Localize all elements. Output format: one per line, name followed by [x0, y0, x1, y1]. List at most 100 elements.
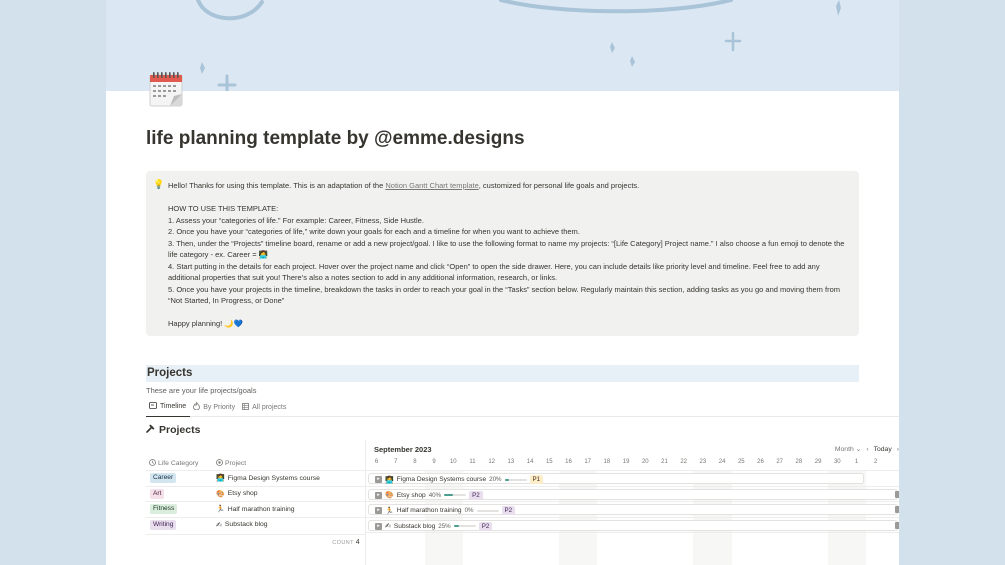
count-value: 4	[355, 539, 360, 546]
progress-percent: 25%	[438, 522, 451, 530]
projects-heading[interactable]: Projects	[146, 365, 859, 382]
bar-overflow-handle[interactable]	[895, 490, 899, 498]
gantt-template-link[interactable]: Notion Gantt Chart template	[385, 181, 478, 190]
scale-select[interactable]: Month ⌄	[835, 445, 861, 453]
project-cell[interactable]: 🎨 Etsy shop	[216, 490, 258, 498]
tab-timeline-label: Timeline	[160, 403, 187, 410]
timeline-day: 20	[641, 459, 649, 465]
timeline-day: 8	[413, 459, 417, 465]
projects-description: These are your life projects/goals	[146, 386, 257, 395]
bar-overflow-handle[interactable]	[895, 506, 899, 513]
project-name: Figma Design Systems course	[227, 474, 320, 482]
chevron-left-icon[interactable]: ‹	[866, 446, 868, 453]
count-label: COUNT	[332, 540, 354, 546]
callout-signoff: Happy planning! 🌙💙	[168, 319, 243, 328]
timeline-row-divider	[366, 532, 899, 548]
page-title[interactable]: life planning template by @emme.designs	[146, 128, 525, 150]
category-cell[interactable]: Career	[146, 473, 216, 484]
life-category-header[interactable]: Life Category	[146, 458, 216, 468]
count-footer[interactable]: COUNT 4	[146, 534, 365, 549]
category-cell[interactable]: Art	[146, 488, 216, 499]
timeline-day: 19	[622, 459, 630, 465]
cover-doodle	[196, 0, 841, 91]
table-row[interactable]: Art 🎨 Etsy shop	[146, 485, 365, 502]
fire-icon	[193, 401, 201, 412]
expand-icon[interactable]: ▸	[375, 522, 382, 530]
callout-step-4: 4. Start putting in the details for each…	[168, 261, 820, 283]
calendar-icon[interactable]	[148, 70, 184, 108]
timeline-row: ▸ ✍ Substack blog 25% P2	[366, 516, 899, 533]
timeline-day: 29	[814, 459, 822, 465]
progress-bar	[444, 494, 467, 496]
priority-tag: P1	[529, 475, 544, 484]
category-tag: Fitness	[150, 504, 178, 515]
timeline-day: 14	[526, 459, 534, 465]
timeline-controls: Month ⌄ ‹ Today ›	[835, 445, 899, 454]
progress-bar	[453, 525, 476, 527]
table-icon	[242, 402, 250, 412]
timeline-day: 27	[776, 459, 784, 465]
bar-project-name: Substack blog	[393, 522, 436, 530]
category-cell[interactable]: Fitness	[146, 504, 216, 515]
progress-percent: 20%	[489, 476, 502, 483]
life-category-header-label: Life Category	[158, 459, 199, 467]
project-header[interactable]: Project	[216, 458, 247, 468]
timeline-day: 23	[699, 459, 707, 465]
project-cell[interactable]: 🏃 Half marathon training	[216, 505, 295, 513]
chevron-right-icon[interactable]: ›	[897, 446, 899, 453]
timeline-day: 18	[603, 459, 611, 465]
timeline-day: 28	[795, 459, 803, 465]
chevron-down-icon: ⌄	[855, 446, 862, 453]
project-emoji-icon: 👩‍💻	[216, 474, 225, 483]
project-emoji-icon: 🏃	[216, 505, 225, 514]
expand-icon[interactable]: ▸	[375, 476, 382, 483]
relation-icon	[216, 458, 223, 468]
timeline-day: 15	[545, 459, 553, 465]
tab-by-priority[interactable]: By Priority	[190, 401, 239, 417]
timeline-day: 10	[449, 459, 457, 465]
callout-intro-text: Hello! Thanks for using this template. T…	[168, 181, 386, 190]
timeline-bar[interactable]: ▸ ✍ Substack blog 25% P2	[368, 519, 898, 531]
bar-project-name: Half marathon training	[396, 507, 462, 514]
tab-timeline[interactable]: Timeline	[146, 402, 191, 417]
database-title[interactable]: Projects	[146, 423, 200, 436]
progress-percent: 0%	[464, 507, 474, 514]
project-emoji-icon: ✍	[385, 522, 391, 530]
expand-icon[interactable]: ▸	[375, 491, 382, 499]
progress-bar	[504, 478, 527, 481]
bar-project-name: Etsy shop	[396, 491, 426, 499]
project-cell[interactable]: ✍ Substack blog	[216, 521, 268, 529]
callout-step-5: 5. Once you have your projects in the ti…	[168, 284, 841, 306]
table-row[interactable]: Fitness 🏃 Half marathon training	[146, 501, 365, 517]
project-emoji-icon: ✍	[216, 520, 222, 529]
timeline-bar[interactable]: ▸ 👩‍💻 Figma Design Systems course 20% P1	[368, 473, 864, 484]
priority-tag: P2	[478, 521, 493, 531]
timeline-day: 16	[565, 459, 572, 465]
project-emoji-icon: 🎨	[385, 491, 394, 499]
project-header-label: Project	[225, 459, 247, 467]
callout-intro-rest: , customized for personal life goals and…	[478, 181, 640, 190]
project-cell[interactable]: 👩‍💻 Figma Design Systems course	[216, 474, 320, 482]
progress-fill	[504, 478, 509, 481]
progress-fill	[453, 525, 460, 527]
howto-heading: HOW TO USE THIS TEMPLATE:	[168, 204, 279, 213]
timeline-bar[interactable]: ▸ 🏃 Half marathon training 0% P2	[368, 504, 898, 515]
project-name: Substack blog	[224, 521, 268, 529]
tab-by-priority-label: By Priority	[203, 403, 236, 411]
today-button[interactable]: Today	[874, 446, 892, 453]
timeline-bar[interactable]: ▸ 🎨 Etsy shop 40% P2	[368, 488, 898, 500]
expand-icon[interactable]: ▸	[375, 507, 382, 514]
timeline-day: 21	[661, 459, 668, 465]
callout-step-1: 1. Assess your “categories of life.” For…	[168, 215, 424, 225]
callout-step-3: 3. Then, under the “Projects” timeline b…	[168, 238, 845, 260]
hammer-icon	[146, 423, 156, 436]
table-row[interactable]: Writing ✍ Substack blog	[146, 516, 365, 533]
tab-all-projects[interactable]: All projects	[239, 402, 290, 417]
category-cell[interactable]: Writing	[146, 519, 216, 530]
tab-all-projects-label: All projects	[252, 403, 287, 411]
bar-overflow-handle[interactable]	[895, 521, 899, 529]
timeline-day: 17	[584, 459, 592, 465]
project-name: Half marathon training	[227, 505, 295, 513]
cover-image[interactable]	[106, 0, 899, 91]
table-row[interactable]: Career 👩‍💻 Figma Design Systems course	[146, 470, 365, 486]
